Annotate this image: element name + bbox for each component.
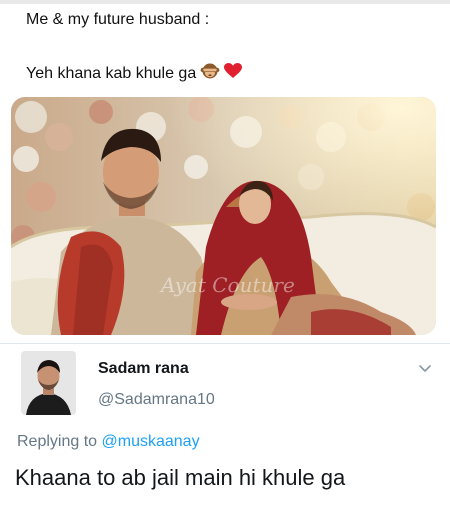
avatar[interactable] — [21, 351, 76, 415]
see-no-evil-monkey-icon — [200, 62, 220, 85]
post-caption-line-2-text: Yeh khana kab khule ga — [26, 64, 197, 82]
reply-mention-link[interactable]: @muskaanay — [102, 433, 200, 450]
photo-watermark: Ayat Couture — [159, 273, 295, 297]
post-caption-line-1: Me & my future husband : — [26, 11, 210, 28]
chevron-down-icon[interactable] — [417, 362, 433, 374]
tweet-display-name[interactable]: Sadam rana — [98, 360, 189, 378]
replying-prefix: Replying to — [17, 433, 98, 450]
wedding-couple-photo[interactable]: Ayat Couture — [11, 97, 436, 335]
tweet-text: Khaana to ab jail main hi khule ga — [15, 465, 346, 490]
top-edge — [0, 0, 450, 4]
red-heart-icon — [224, 63, 243, 84]
tweet-handle[interactable]: @Sadamrana10 — [98, 391, 215, 409]
section-divider — [0, 343, 450, 344]
post-caption-line-2: Yeh khana kab khule ga — [26, 62, 243, 85]
replying-to-line: Replying to @muskaanay — [17, 433, 200, 451]
